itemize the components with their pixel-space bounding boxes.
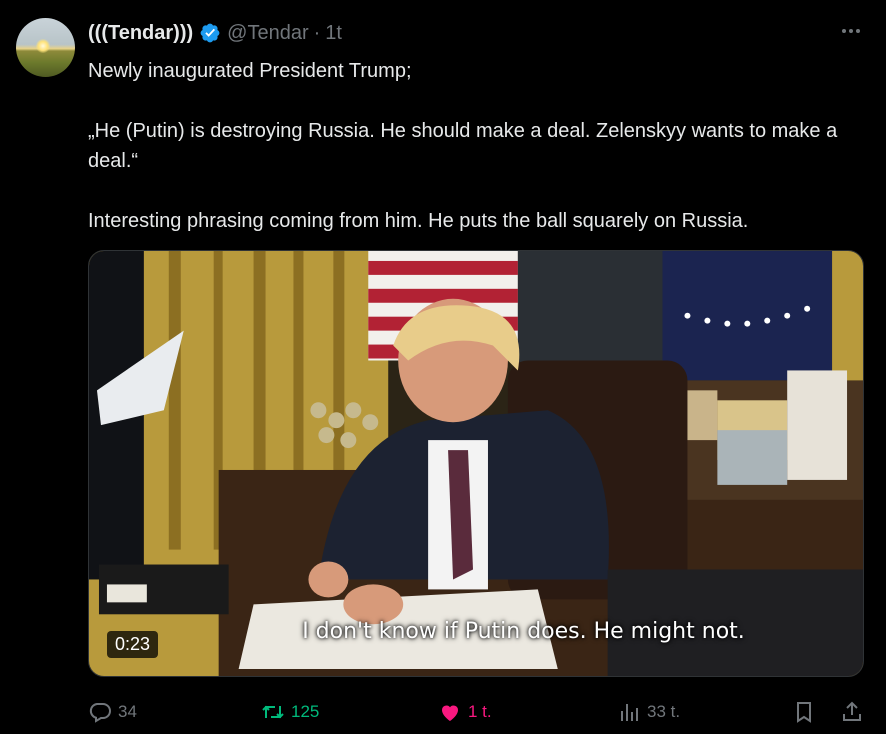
bookmark-icon <box>797 702 811 723</box>
video-player[interactable]: I don't know if Putin does. He might not… <box>88 250 864 677</box>
reply-icon <box>89 703 111 723</box>
share-icon <box>843 701 861 721</box>
verified-badge-icon <box>200 23 220 43</box>
like-count: 1 t. <box>468 702 492 721</box>
bookmark-button[interactable] <box>792 700 822 724</box>
video-subtitle: I don't know if Putin does. He might not… <box>302 619 745 644</box>
avatar[interactable] <box>16 18 75 77</box>
tweet-paragraph: Interesting phrasing coming from him. He… <box>88 210 749 232</box>
repost-icon <box>262 705 284 719</box>
video-duration: 0:23 <box>107 631 159 658</box>
reply-button[interactable]: 34 <box>88 700 137 724</box>
views-button[interactable]: 33 t. <box>617 700 680 724</box>
timestamp[interactable]: 1t <box>325 22 342 45</box>
views-count: 33 t. <box>647 702 681 721</box>
handle[interactable]: @Tendar <box>227 22 308 45</box>
tweet-text: Newly inaugurated President Trump; „He (… <box>88 56 878 236</box>
views-icon <box>621 704 638 721</box>
video-frame <box>89 251 863 676</box>
tweet-paragraph: „He (Putin) is destroying Russia. He sho… <box>88 120 838 172</box>
like-icon <box>442 705 458 721</box>
display-name[interactable]: (((Tendar))) <box>88 22 193 45</box>
tweet-paragraph: Newly inaugurated President Trump; <box>88 60 412 82</box>
tweet-header: (((Tendar))) @Tendar · 1t <box>88 20 342 46</box>
avatar-sun <box>36 39 50 53</box>
repost-button[interactable]: 125 <box>261 700 319 724</box>
share-button[interactable] <box>840 700 870 724</box>
like-button[interactable]: 1 t. <box>438 700 492 724</box>
more-icon[interactable] <box>838 18 864 44</box>
reply-count: 34 <box>118 702 137 721</box>
separator: · <box>313 21 321 44</box>
repost-count: 125 <box>291 702 320 721</box>
action-bar: 34 125 1 t. 33 t. <box>88 700 868 726</box>
